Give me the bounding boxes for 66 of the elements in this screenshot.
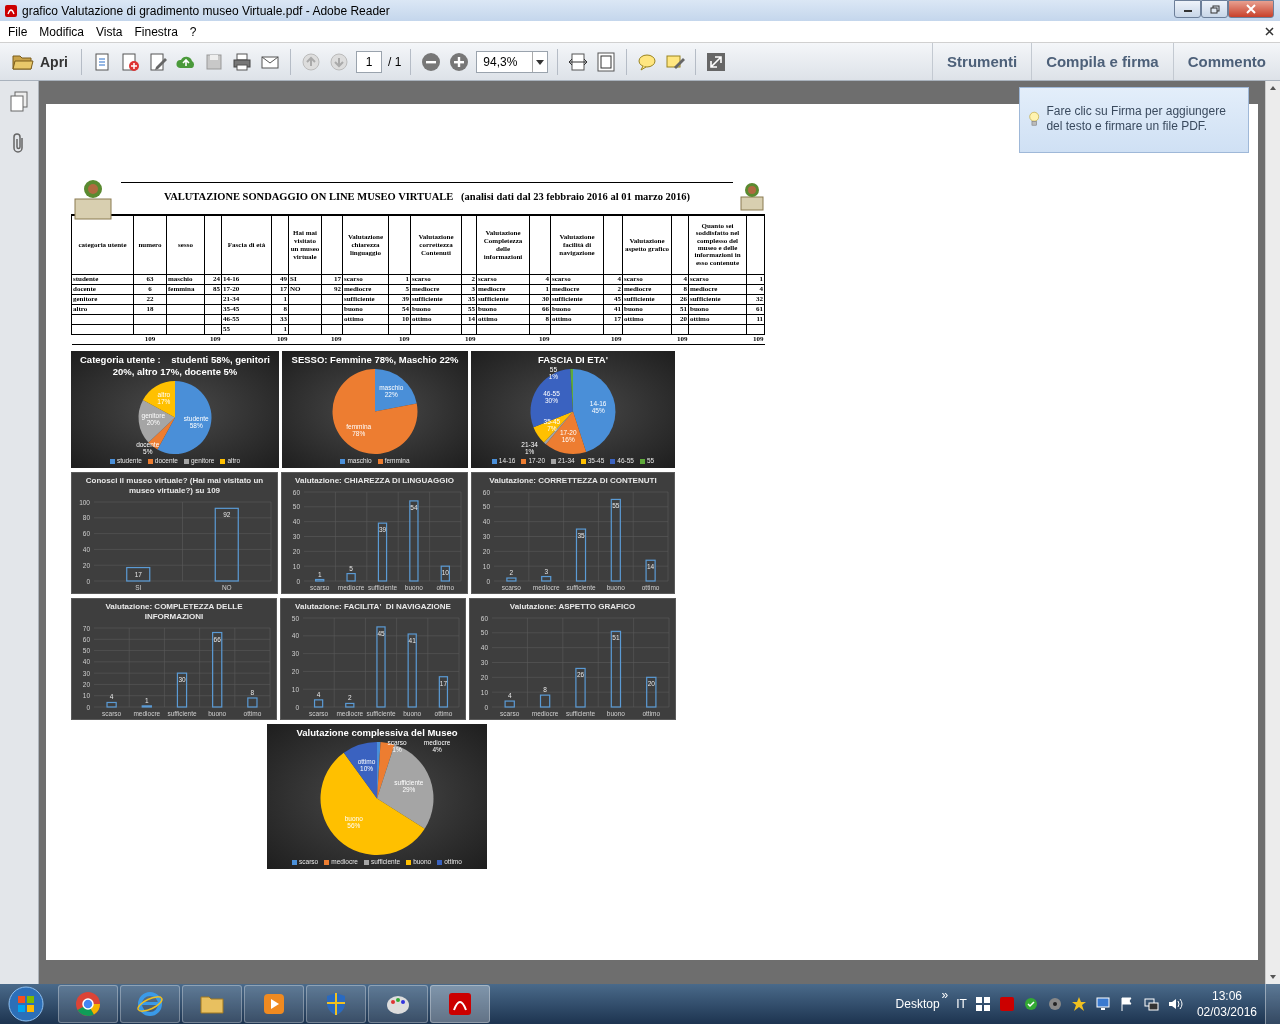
flag-icon[interactable] xyxy=(1118,996,1135,1012)
fit-page-icon[interactable] xyxy=(595,50,618,73)
page-number-field[interactable]: 1 xyxy=(356,50,382,73)
logo-drawing xyxy=(739,181,765,211)
taskbar-app[interactable] xyxy=(244,985,304,1023)
folder-icon xyxy=(12,52,34,71)
close-icon[interactable] xyxy=(1265,27,1274,36)
scroll-down-icon[interactable] xyxy=(1269,974,1277,980)
disc-icon[interactable] xyxy=(1046,996,1063,1012)
toolbar-chevron[interactable]: » xyxy=(941,988,949,1002)
tooltip-text: Fare clic su Firma per aggiungere del testo e firmare un file PDF. xyxy=(1046,104,1227,135)
taskbar-app[interactable] xyxy=(306,985,366,1023)
restore-icon xyxy=(1209,4,1220,14)
close-button[interactable] xyxy=(1228,0,1274,18)
clock-date[interactable]: 02/03/2016 xyxy=(1196,1004,1257,1020)
minimize-button[interactable] xyxy=(1174,0,1201,18)
panel-button[interactable]: Commento xyxy=(1172,43,1280,80)
page-total: / 1 xyxy=(388,54,402,69)
scroll-up-icon[interactable] xyxy=(1269,85,1277,91)
chart-title: Valutazione: CHIAREZZA DI LINGUAGGIO xyxy=(294,475,455,486)
speaker-icon[interactable] xyxy=(1166,996,1183,1012)
zoom-dropdown[interactable]: 94,3% xyxy=(476,50,549,73)
fit-width-icon[interactable] xyxy=(567,50,590,73)
chart-title: Categoria utente : studenti 58%, genitori 20%, altro 17%, docente 5% xyxy=(79,353,271,378)
panel-button[interactable]: Compila e firma xyxy=(1031,43,1173,80)
taskbar-app[interactable] xyxy=(368,985,428,1023)
pages-icon[interactable] xyxy=(9,91,29,113)
document-edit-icon[interactable] xyxy=(147,50,169,73)
star-icon[interactable] xyxy=(1070,996,1087,1012)
chart-title: SESSO: Femmine 78%, Maschio 22% xyxy=(290,353,460,366)
menu-item[interactable]: ? xyxy=(183,24,203,39)
chart-title: Valutazione: CORRETTEZZA DI CONTENUTI xyxy=(488,475,658,486)
panel-button[interactable]: Strumenti xyxy=(932,43,1032,80)
table-title: VALUTAZIONE SONDAGGIO ON LINE MUSEO VIRTUALE (analisi dati dal 23 febbraio 2016 al 01 marzo 2016) xyxy=(121,182,733,210)
chart-title: FASCIA DI ETA' xyxy=(537,353,609,366)
chart-title: Conosci il museo virtuale? (Hai mai visitato un museo virtuale?) su 109 xyxy=(84,475,265,496)
open-button[interactable]: Apri xyxy=(8,50,72,73)
start-orb-icon[interactable] xyxy=(6,984,46,1024)
scrollbar[interactable] xyxy=(1265,81,1280,984)
taskbar-app[interactable] xyxy=(120,985,180,1023)
menu-item[interactable]: Finestra xyxy=(128,24,184,39)
menu-item[interactable]: Modifica xyxy=(33,24,91,39)
chart-title: Valutazione: FACILITA' DI NAVIGAZIONE xyxy=(294,601,452,612)
taskbar-app[interactable] xyxy=(58,985,118,1023)
taskbar-app[interactable] xyxy=(430,985,490,1023)
desktop-toolbar-label[interactable]: Desktop xyxy=(895,997,940,1011)
chart-title: Valutazione complessiva del Museo xyxy=(295,726,459,739)
expand-icon[interactable] xyxy=(705,50,728,73)
chart-title: Valutazione: ASPETTO GRAFICO xyxy=(508,601,637,612)
maximize-button[interactable] xyxy=(1201,0,1228,18)
show-desktop-button[interactable] xyxy=(1265,984,1280,1024)
zoom-out-icon[interactable] xyxy=(420,50,443,73)
clock-time[interactable]: 13:06 xyxy=(1211,988,1242,1004)
zoom-in-icon[interactable] xyxy=(448,50,471,73)
close-icon xyxy=(1246,4,1256,14)
document-add-icon[interactable] xyxy=(119,50,141,73)
logo-drawing xyxy=(71,177,115,221)
menu-item[interactable]: File xyxy=(2,24,34,39)
monitor-icon[interactable] xyxy=(1094,996,1111,1012)
window-title: grafico Valutazione di gradimento museo Virtuale.pdf - Adobe Reader xyxy=(22,3,391,18)
print-icon[interactable] xyxy=(231,50,253,73)
globe-icon xyxy=(136,990,164,1018)
menu-item[interactable]: Vista xyxy=(90,24,129,39)
taskbar-app[interactable] xyxy=(182,985,242,1023)
language-indicator[interactable]: IT xyxy=(956,997,967,1011)
chart-title: Valutazione: COMPLETEZZA DELLE INFORMAZIONI xyxy=(104,601,244,622)
